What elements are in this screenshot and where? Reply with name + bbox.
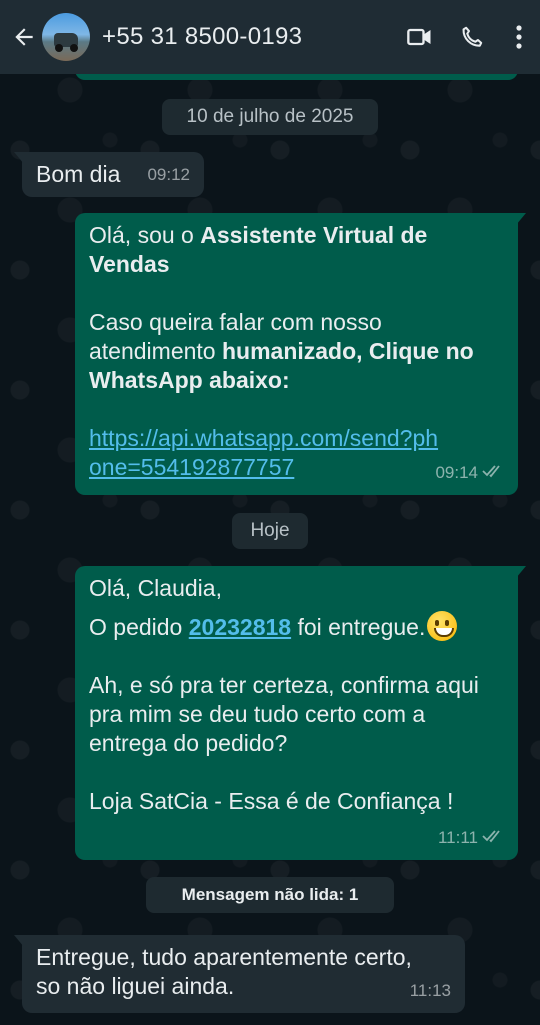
message-time: 09:12 <box>147 165 190 184</box>
contact-name[interactable]: +55 31 8500-0193 <box>102 23 400 51</box>
message-time: 11:11 <box>437 828 478 847</box>
message-text: Entregue, tudo aparentemente certo, so n… <box>36 944 412 999</box>
chat-header: +55 31 8500-0193 <box>0 0 540 74</box>
date-separator: 10 de julho de 2025 <box>162 99 378 135</box>
order-line: O pedido 20232818 foi entregue. <box>89 611 504 642</box>
message-question: Ah, e só pra ter certeza, confirma aqui … <box>89 672 479 756</box>
incoming-message[interactable]: Bom dia 09:12 <box>14 152 204 197</box>
video-call-icon[interactable] <box>400 17 440 57</box>
message-text: Olá, sou o Assistente Virtual de Vendas <box>89 222 428 277</box>
grinning-face-icon <box>427 611 458 641</box>
incoming-message[interactable]: Entregue, tudo aparentemente certo, so n… <box>14 935 465 1013</box>
whatsapp-link[interactable]: https://api.whatsapp.com/send?phone=5541… <box>89 425 438 480</box>
order-number-link[interactable]: 20232818 <box>189 614 291 640</box>
message-text-2: Caso queira falar com nosso atendimento … <box>89 309 474 393</box>
avatar[interactable] <box>42 13 90 61</box>
message-text: Bom dia <box>36 161 121 187</box>
message-link-wrap: https://api.whatsapp.com/send?phone=5541… <box>89 424 444 482</box>
message-greeting: Olá, Claudia, <box>89 575 222 601</box>
double-check-icon <box>482 458 504 487</box>
message-time: 09:14 <box>435 463 478 482</box>
date-separator: Hoje <box>232 513 308 549</box>
message-time: 11:13 <box>409 981 451 1000</box>
message-signature: Loja SatCia - Essa é de Confiança ! <box>89 788 454 814</box>
phone-icon[interactable] <box>452 17 492 57</box>
back-arrow-icon[interactable] <box>6 19 42 55</box>
more-vert-icon[interactable] <box>504 17 534 57</box>
unread-messages-divider: Mensagem não lida: 1 <box>146 877 394 913</box>
outgoing-message[interactable]: Olá, sou o Assistente Virtual de Vendas … <box>75 213 526 495</box>
outgoing-message[interactable]: Olá, Claudia, O pedido 20232818 foi entr… <box>75 566 526 860</box>
double-check-icon <box>482 823 504 852</box>
